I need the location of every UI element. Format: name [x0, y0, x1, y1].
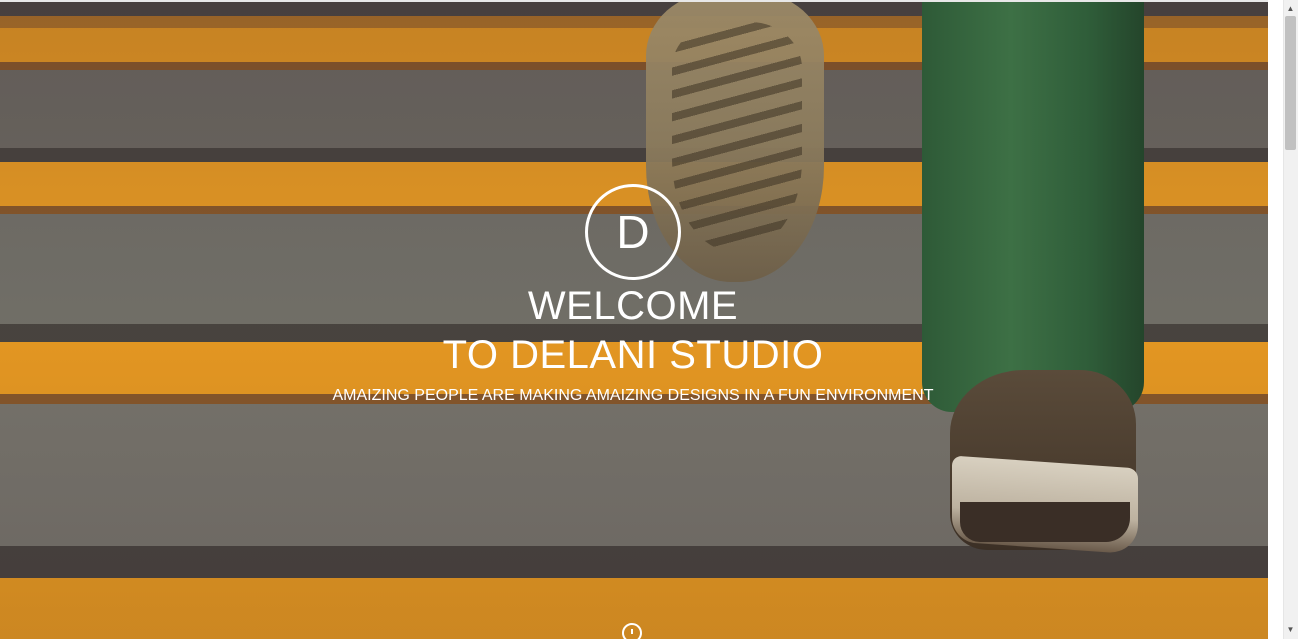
- browser-viewport: D WELCOME TO DELANI STUDIO AMAIZING PEOP…: [0, 0, 1298, 639]
- logo-circle: D: [585, 184, 681, 280]
- scroll-down-dot: [631, 629, 633, 634]
- hero-title-line1: WELCOME: [527, 284, 739, 328]
- hero-content: D WELCOME TO DELANI STUDIO AMAIZING PEOP…: [0, 2, 1268, 639]
- logo-letter: D: [616, 206, 650, 258]
- hero-section: D WELCOME TO DELANI STUDIO AMAIZING PEOP…: [0, 2, 1268, 639]
- scroll-down-arrow-icon[interactable]: ▼: [1283, 623, 1298, 637]
- scroll-down-icon[interactable]: [622, 623, 642, 639]
- hero-title: WELCOME TO DELANI STUDIO: [0, 282, 1266, 380]
- scrollbar-thumb[interactable]: [1285, 16, 1296, 150]
- hero-title-line2: TO DELANI STUDIO: [442, 333, 824, 377]
- scroll-up-arrow-icon[interactable]: ▲: [1283, 2, 1298, 16]
- hero-subtitle: AMAIZING PEOPLE ARE MAKING AMAIZING DESI…: [332, 387, 934, 404]
